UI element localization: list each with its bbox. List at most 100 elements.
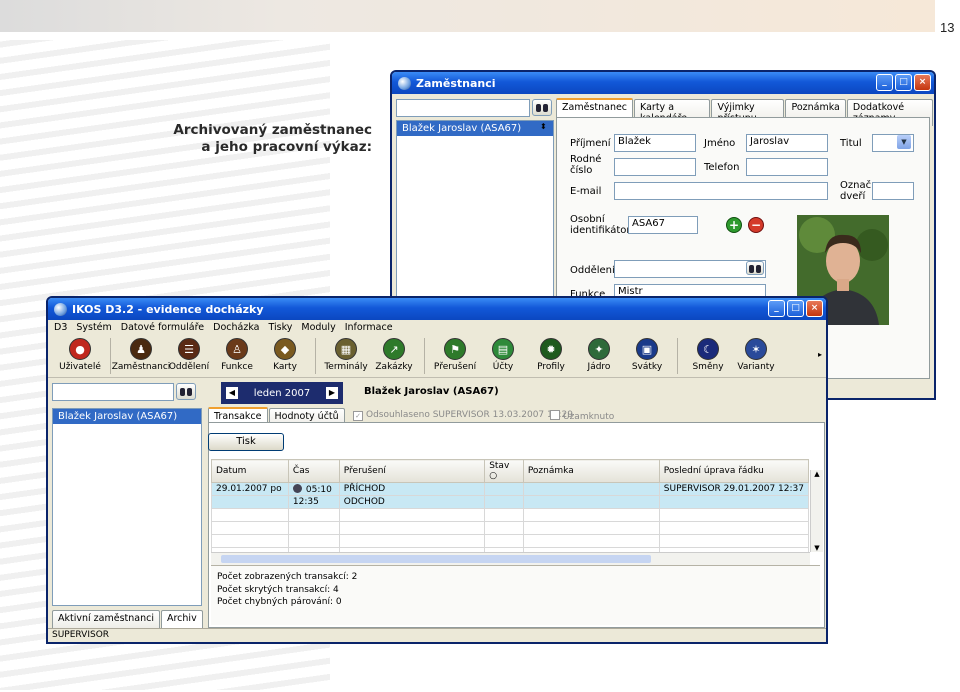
email-field[interactable] [614, 182, 828, 200]
toolbar-label: Terminály [324, 362, 368, 372]
toolbar-button[interactable]: ♙ Funkce [213, 335, 261, 372]
toolbar-button[interactable]: ▤ Účty [479, 335, 527, 372]
tab-archive[interactable]: Archiv [160, 610, 203, 630]
maximize-button[interactable]: □ [895, 74, 912, 91]
menu-data-forms[interactable]: Datové formuláře [121, 322, 204, 333]
column-time[interactable]: Čas [287, 459, 340, 483]
caption: Archivovaný zaměstnanec a jeho pracovní … [160, 122, 372, 156]
toolbar-more-icon[interactable]: ▸ [818, 350, 822, 359]
door-field[interactable] [872, 182, 914, 200]
first-name-field[interactable]: Jaroslav [746, 134, 828, 152]
list-item[interactable]: Blažek Jaroslav (ASA67) [53, 409, 201, 424]
horizontal-scrollbar[interactable] [211, 552, 810, 565]
locked-text: Uzamknuto [563, 412, 615, 422]
toolbar-label: Funkce [221, 362, 253, 372]
employee-list[interactable]: Blažek Jaroslav (ASA67) [52, 408, 202, 606]
cell-last-edit: SUPERVISOR 29.01.2007 12:37 [658, 482, 810, 496]
menu-modules[interactable]: Moduly [301, 322, 335, 333]
approved-text: Odsouhlaseno SUPERVISOR 13.03.2007 11:29 [366, 410, 573, 420]
add-identifier-button[interactable]: + [726, 217, 742, 233]
personal-id-label-2: identifikátor [570, 225, 631, 236]
binoculars-icon [536, 103, 548, 112]
toolbar-button[interactable]: ✹ Profily [527, 335, 575, 372]
department-search-button[interactable] [746, 261, 764, 275]
toolbar-button[interactable]: ◆ Karty [261, 335, 309, 372]
main-search-input[interactable] [52, 383, 174, 401]
tab-active-employees[interactable]: Aktivní zaměstnanci [52, 610, 160, 630]
menu-bar: D3 Systém Datové formuláře Docházka Tisk… [48, 320, 826, 335]
print-button[interactable]: Tisk [208, 433, 284, 451]
personal-id-field[interactable]: ASA67 [628, 216, 698, 234]
column-last-edit[interactable]: Poslední úprava řádku [658, 459, 810, 483]
toolbar-button[interactable]: ✶ Varianty [732, 335, 780, 372]
toolbar-label: Oddělení [168, 362, 210, 372]
birth-number-field[interactable] [614, 158, 696, 176]
column-date[interactable]: Datum [211, 459, 289, 483]
toolbar-button[interactable]: ▦ Terminály [322, 335, 370, 372]
month-label: leden 2007 [253, 387, 311, 399]
main-title-bar[interactable]: IKOS D3.2 - evidence docházky _ □ × [48, 298, 826, 320]
toolbar-label: Směny [692, 362, 724, 372]
toolbar-button[interactable]: ⚑ Přerušení [431, 335, 479, 372]
employee-search-input[interactable] [396, 99, 530, 117]
toolbar-button[interactable]: ☾ Směny [684, 335, 732, 372]
scroll-thumb[interactable] [221, 555, 651, 563]
caption-line-1: Archivovaný zaměstnanec [173, 122, 372, 138]
menu-information[interactable]: Informace [345, 322, 393, 333]
scroll-down-icon[interactable]: ▼ [811, 544, 823, 552]
toolbar-button[interactable]: ● Uživatelé [56, 335, 104, 372]
list-spin-icon[interactable]: ⬍ [540, 122, 547, 131]
menu-system[interactable]: Systém [76, 322, 111, 333]
menu-d3[interactable]: D3 [54, 322, 67, 333]
approved-checkbox[interactable]: ✓ Odsouhlaseno SUPERVISOR 13.03.2007 11:2… [353, 410, 573, 421]
toolbar-button[interactable]: ▣ Svátky [623, 335, 671, 372]
surname-field[interactable]: Blažek [614, 134, 696, 152]
table-row-empty [211, 534, 810, 548]
cell-time: 12:35 [287, 495, 340, 509]
birth-number-label: Rodné číslo [570, 154, 601, 176]
minimize-button[interactable]: _ [876, 74, 893, 91]
maximize-button[interactable]: □ [787, 300, 804, 317]
close-button[interactable]: × [806, 300, 823, 317]
table-row[interactable]: 29.01.2007 po 05:10 PŘÍCHOD SUPERVISOR 2… [211, 482, 810, 496]
department-field[interactable] [614, 260, 766, 278]
chevron-down-icon[interactable]: ▼ [897, 135, 911, 149]
column-state[interactable]: Stav ○ [484, 459, 524, 483]
toolbar-button[interactable]: ☰ Oddělení [165, 335, 213, 372]
ikos-main-window: IKOS D3.2 - evidence docházky _ □ × D3 S… [46, 296, 828, 644]
users-icon: ● [69, 338, 91, 360]
next-month-button[interactable]: ▶ [326, 387, 338, 399]
vertical-scrollbar[interactable]: ▲ ▼ [810, 470, 823, 552]
list-item[interactable]: Blažek Jaroslav (ASA67) [397, 121, 553, 136]
remove-identifier-button[interactable]: − [748, 217, 764, 233]
main-search-button[interactable] [176, 383, 196, 400]
employees-title-bar[interactable]: Zaměstnanci _ □ × [392, 72, 934, 94]
close-button[interactable]: × [914, 74, 931, 91]
stat-errors: Počet chybných párování: 0 [217, 597, 342, 607]
phone-field[interactable] [746, 158, 828, 176]
table-header-row: Datum Čas Přerušení Stav ○ Poznámka Posl… [211, 459, 810, 483]
employee-filter-tabs: Aktivní zaměstnanci Archiv [52, 610, 204, 630]
column-interruption[interactable]: Přerušení [338, 459, 486, 483]
toolbar-label: Jádro [587, 362, 611, 372]
minimize-button[interactable]: _ [768, 300, 785, 317]
locked-checkbox[interactable]: Uzamknuto [550, 410, 614, 422]
scroll-up-icon[interactable]: ▲ [811, 470, 823, 478]
cell-state [484, 482, 524, 496]
page-number: 13 [940, 20, 955, 35]
toolbar-button[interactable]: ♟ Zaměstnanci [112, 335, 170, 372]
menu-prints[interactable]: Tisky [268, 322, 292, 333]
toolbar-button[interactable]: ✦ Jádro [575, 335, 623, 372]
table-row[interactable]: 12:35 ODCHOD [211, 495, 810, 509]
menu-attendance[interactable]: Docházka [213, 322, 259, 333]
previous-month-button[interactable]: ◀ [226, 387, 238, 399]
search-button[interactable] [532, 99, 552, 116]
app-icon [54, 302, 67, 316]
orders-icon: ↗ [383, 338, 405, 360]
binoculars-icon [180, 387, 192, 396]
column-note[interactable]: Poznámka [522, 459, 660, 483]
toolbar-separator [315, 338, 316, 374]
toolbar-button[interactable]: ↗ Zakázky [370, 335, 418, 372]
cell-state [484, 495, 524, 509]
terminals-icon: ▦ [335, 338, 357, 360]
